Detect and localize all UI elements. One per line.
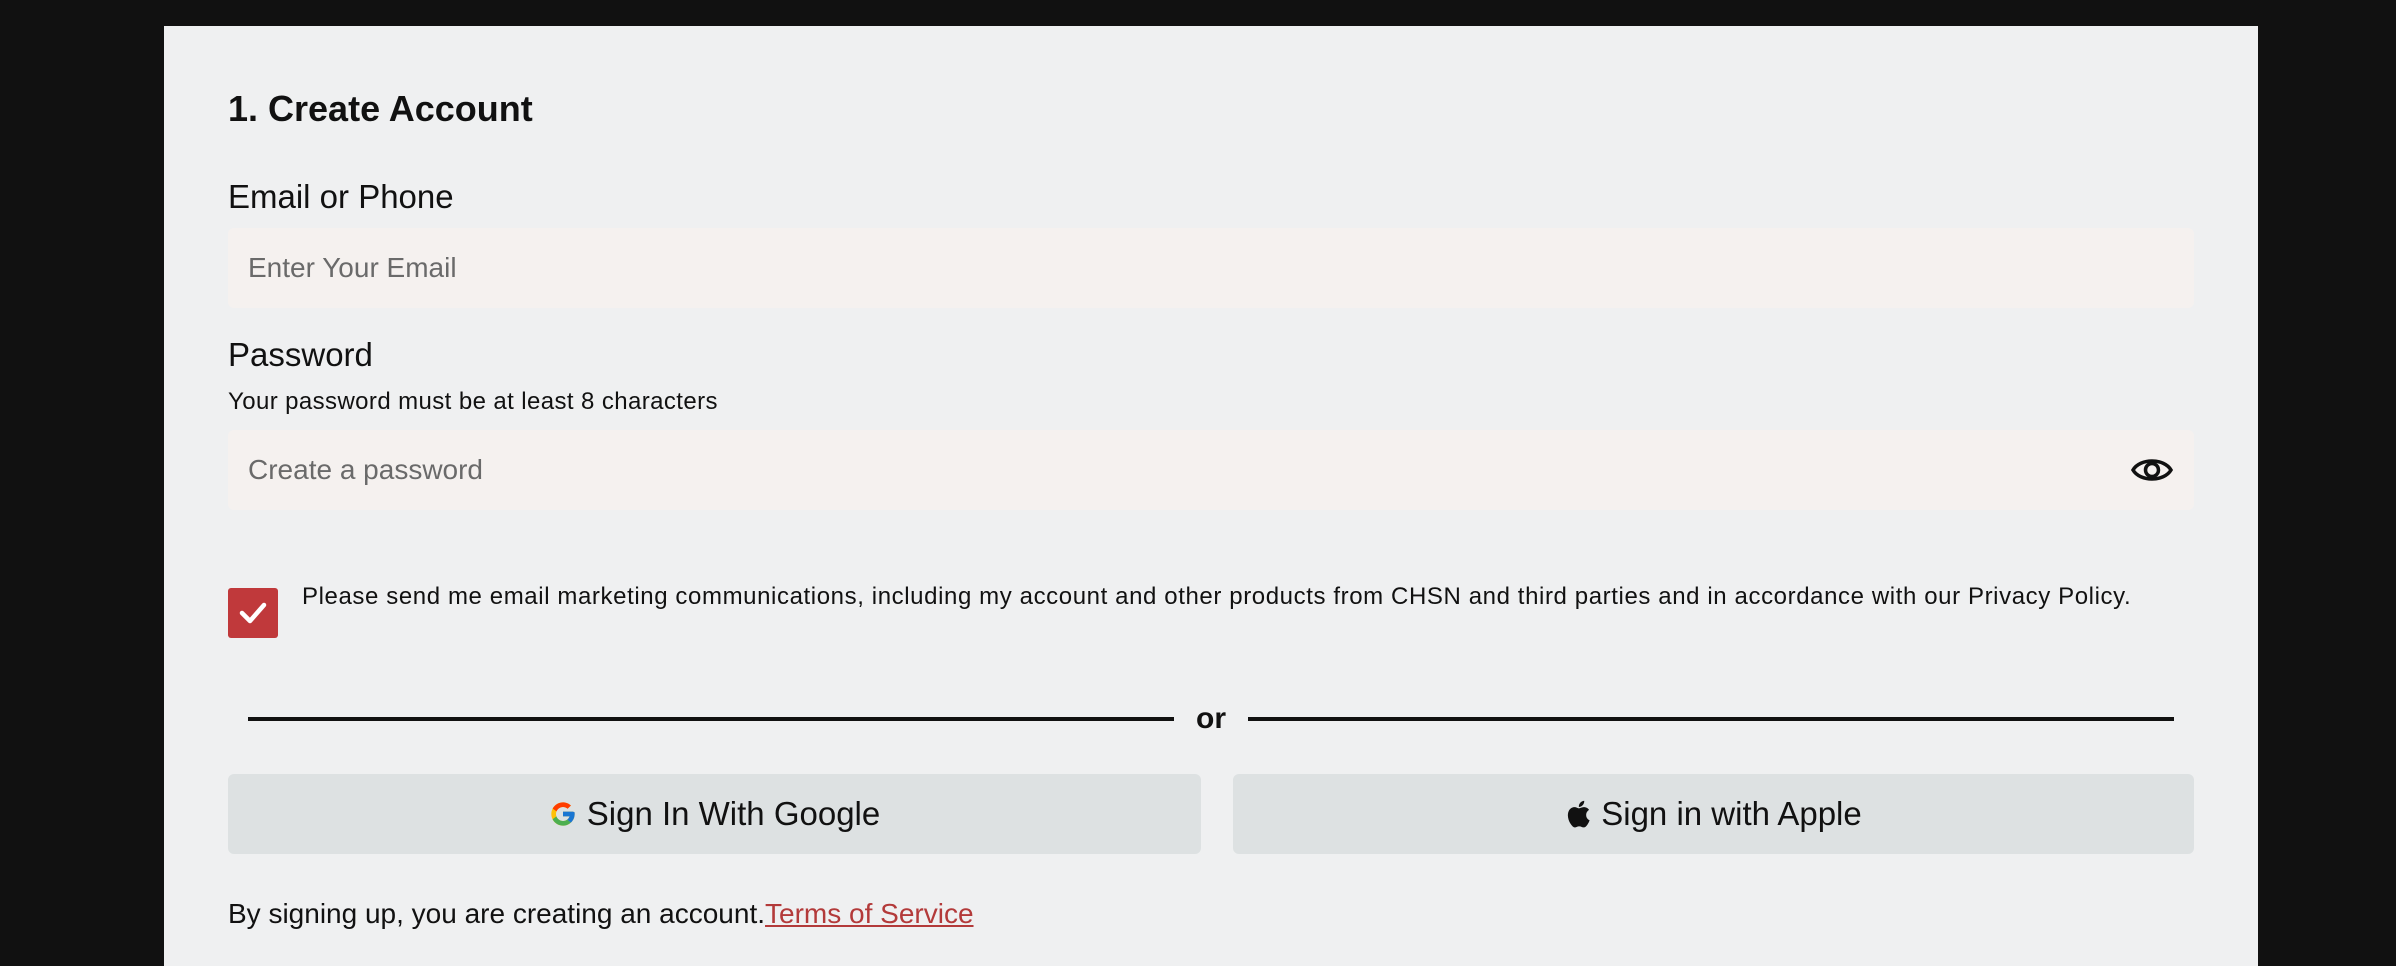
apple-sign-in-button[interactable]: Sign in with Apple [1233,774,2194,854]
password-input[interactable] [228,430,2194,510]
divider-text: or [1196,702,1226,735]
divider-line-right [1248,717,2174,721]
or-divider: or [248,702,2174,736]
google-logo-icon [549,800,577,828]
marketing-consent-text: Please send me email marketing communica… [302,583,2132,610]
footer-note: By signing up, you are creating an accou… [228,898,766,929]
marketing-consent: Please send me email marketing communica… [228,556,2134,638]
checkmark-icon [239,602,267,624]
marketing-consent-checkbox[interactable] [228,588,278,638]
apple-button-label: Sign in with Apple [1601,795,1862,832]
terms-of-service-link[interactable]: Terms of Service [765,898,974,929]
email-input[interactable] [228,228,2194,308]
apple-logo-icon [1565,799,1591,829]
page-title: 1. Create Account [228,88,533,129]
google-button-label: Sign In With Google [586,795,881,832]
eye-icon[interactable] [2130,448,2174,492]
google-sign-in-button[interactable]: Sign In With Google [228,774,1201,854]
email-label: Email or Phone [228,178,454,215]
email-field-container [228,228,2194,308]
password-label: Password [228,336,373,373]
password-hint: Your password must be at least 8 charact… [228,388,718,415]
password-field-container [228,430,2194,510]
footer-text: By signing up, you are creating an accou… [228,898,974,930]
divider-line-left [248,717,1174,721]
create-account-panel: 1. Create Account Email or Phone Passwor… [164,26,2258,966]
